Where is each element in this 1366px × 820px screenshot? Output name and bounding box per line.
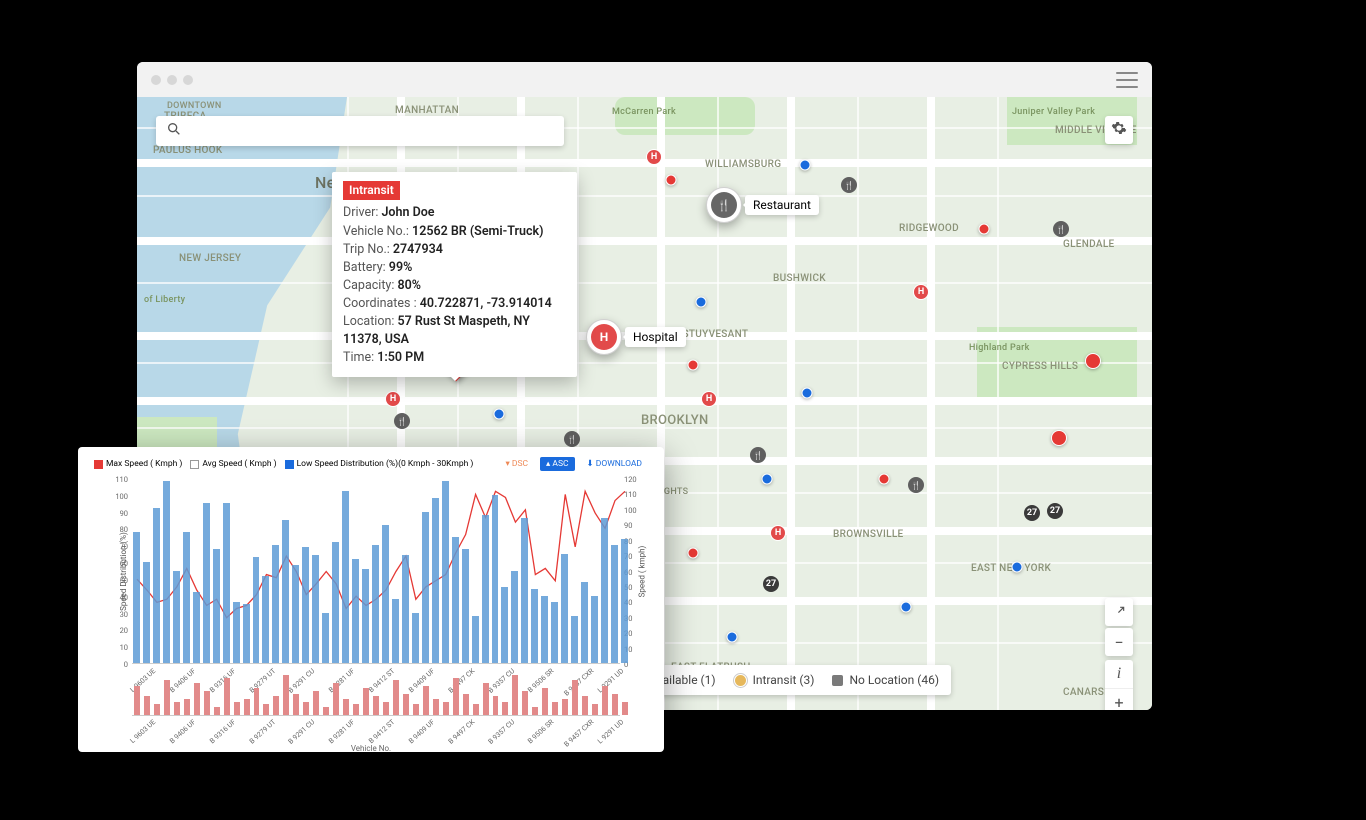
value-trip: 2747934 (393, 242, 443, 257)
y2-axis-label: Speed ( kmph) (638, 546, 647, 598)
callout-restaurant: Restaurant (745, 195, 819, 215)
marker-blue[interactable] (727, 632, 738, 643)
value-vehicle: 12562 BR (Semi-Truck) (412, 224, 543, 239)
hospital-pin[interactable]: H (385, 391, 401, 407)
marker-red[interactable] (979, 224, 990, 235)
search-input[interactable] (156, 116, 564, 146)
label: Location: (343, 314, 394, 329)
filter-intransit[interactable]: Intransit (3) (734, 673, 815, 687)
hospital-pin[interactable]: H (913, 284, 929, 300)
search-icon (166, 121, 182, 141)
label: Capacity: (343, 278, 394, 293)
poi-icon[interactable]: 🍴 (394, 413, 410, 429)
value-driver: John Doe (381, 205, 434, 220)
marker-red[interactable] (879, 474, 890, 485)
reset-button[interactable]: − (1105, 628, 1133, 656)
marker-blue[interactable] (1012, 562, 1023, 573)
value-capacity: 80% (397, 278, 421, 293)
label: Vehicle No.: (343, 224, 409, 239)
map-label: BROOKLYN (641, 413, 709, 428)
marker-blue[interactable] (696, 297, 707, 308)
chart-legend: Max Speed ( Kmph ) Avg Speed ( Kmph ) Lo… (94, 459, 473, 469)
poi-icon[interactable]: 🍴 (564, 431, 580, 447)
cluster-badge[interactable]: 27 (1024, 505, 1040, 521)
window-controls[interactable] (151, 75, 193, 85)
hospital-big-pin[interactable]: H (586, 319, 622, 355)
marker-red[interactable] (666, 175, 677, 186)
marker-blue[interactable] (802, 388, 813, 399)
marker-red[interactable] (688, 360, 699, 371)
hospital-pin[interactable]: H (701, 391, 717, 407)
zoom-in-button[interactable]: + (1105, 688, 1133, 710)
poi-icon[interactable]: 🍴 (841, 177, 857, 193)
poi-icon[interactable]: 🍴 (908, 477, 924, 493)
marker-red[interactable] (1051, 430, 1067, 446)
menu-icon[interactable] (1116, 72, 1138, 88)
label: Trip No.: (343, 242, 390, 257)
marker-blue[interactable] (901, 602, 912, 613)
marker-blue[interactable] (494, 409, 505, 420)
info-button[interactable]: i (1105, 660, 1133, 688)
filter-nolocation[interactable]: No Location (46) (832, 673, 939, 687)
callout-hospital: Hospital (625, 327, 686, 347)
marker-red[interactable] (688, 548, 699, 559)
map-reset: − (1105, 628, 1133, 656)
fullscreen-control (1105, 598, 1133, 626)
label: Battery: (343, 260, 386, 275)
status-badge: Intransit (343, 181, 400, 200)
value-coords: 40.722871, -73.914014 (420, 296, 552, 311)
marker-red[interactable] (1085, 353, 1101, 369)
restaurant-big-pin[interactable]: 🍴 (706, 187, 742, 223)
label: Time: (343, 350, 374, 365)
marker-blue[interactable] (800, 160, 811, 171)
cluster-badge[interactable]: 27 (1047, 503, 1063, 519)
gear-icon (1111, 120, 1127, 140)
marker-blue[interactable] (762, 474, 773, 485)
poi-icon[interactable]: 🍴 (1053, 221, 1069, 237)
sort-asc[interactable]: ▴ ASC (540, 457, 575, 471)
hospital-pin[interactable]: H (770, 525, 786, 541)
vehicle-info-popup: Intransit Driver: John Doe Vehicle No.: … (332, 172, 577, 377)
download-button[interactable]: ⬇ DOWNLOAD (581, 457, 648, 471)
titlebar (137, 62, 1152, 97)
chart-plot: 0102030405060708090100110010203040506070… (132, 479, 620, 664)
legend-low[interactable]: Low Speed Distribution (%)(0 Kmph - 30Km… (285, 459, 474, 469)
settings-button[interactable] (1105, 116, 1133, 144)
fullscreen-button[interactable] (1105, 598, 1133, 626)
value-battery: 99% (389, 260, 413, 275)
cluster-badge[interactable]: 27 (763, 576, 779, 592)
label: Coordinates : (343, 296, 417, 311)
speed-chart-panel: Max Speed ( Kmph ) Avg Speed ( Kmph ) Lo… (78, 447, 664, 752)
value-time: 1:50 PM (377, 350, 424, 365)
legend-max[interactable]: Max Speed ( Kmph ) (94, 459, 182, 469)
label: Driver: (343, 205, 378, 220)
legend-avg[interactable]: Avg Speed ( Kmph ) (190, 459, 276, 469)
sort-dsc[interactable]: ▾ DSC (499, 457, 534, 471)
poi-icon[interactable]: 🍴 (750, 447, 766, 463)
chart-mini: L 9603 UEB 9406 UFB 9316 UFB 9279 UTB 92… (132, 672, 620, 716)
hospital-pin[interactable]: H (646, 149, 662, 165)
zoom-control: i + (1105, 660, 1133, 710)
